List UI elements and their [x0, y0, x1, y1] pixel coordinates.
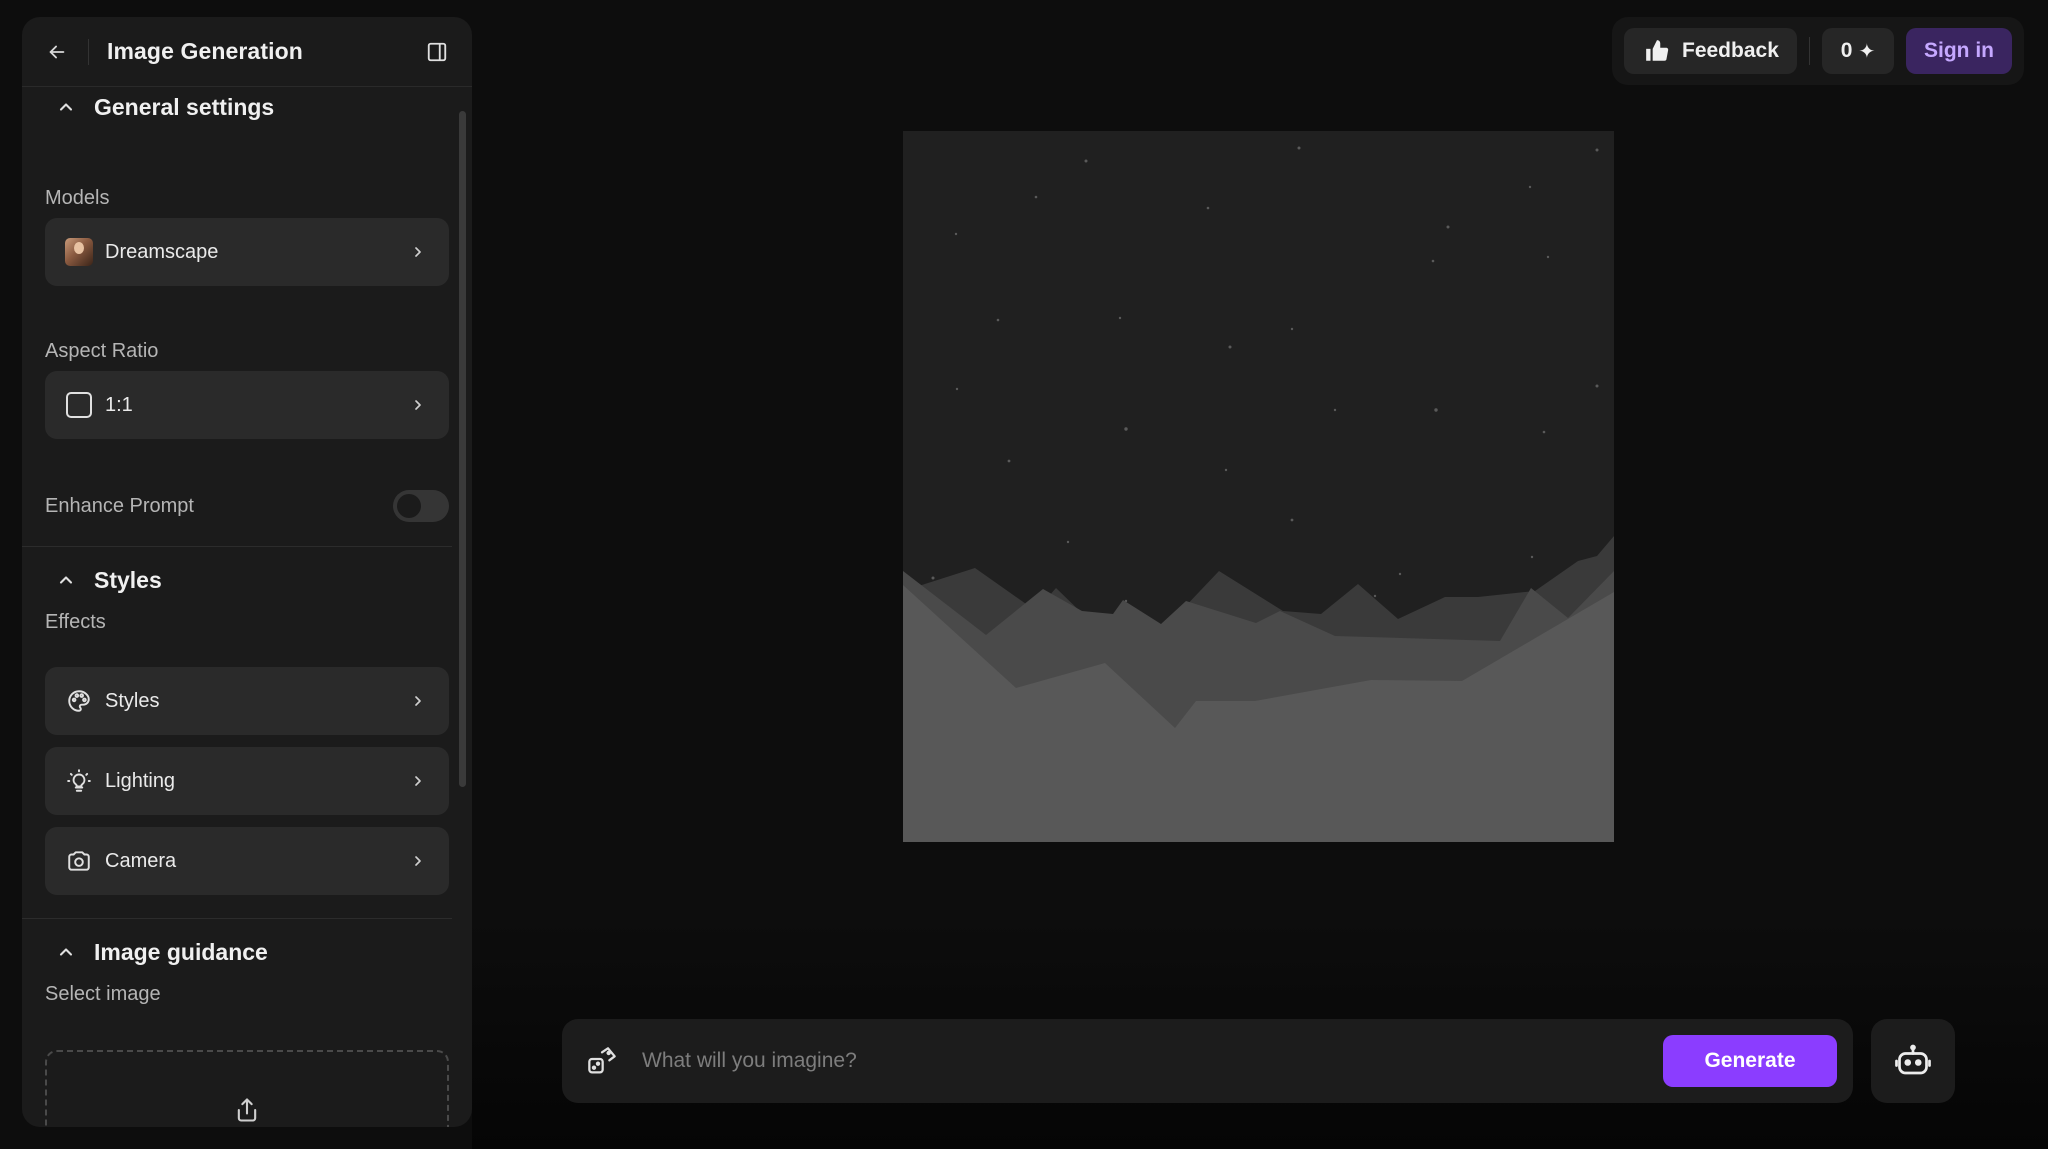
generated-image-placeholder	[903, 131, 1614, 842]
section-divider	[22, 546, 452, 547]
chevron-right-icon	[409, 852, 427, 870]
chevron-right-icon	[409, 396, 427, 414]
landscape-placeholder-graphic	[903, 131, 1614, 842]
toggle-knob	[397, 494, 421, 518]
chevron-right-icon	[409, 692, 427, 710]
aspect-ratio-select[interactable]: 1:1	[45, 371, 449, 439]
robot-icon	[1895, 1044, 1931, 1075]
styles-item-label: Styles	[105, 689, 160, 712]
enhance-prompt-toggle[interactable]	[393, 490, 449, 522]
chevron-up-icon	[56, 97, 76, 117]
model-select[interactable]: Dreamscape	[45, 218, 449, 286]
upload-icon	[237, 1098, 257, 1122]
chevron-up-icon	[56, 942, 76, 962]
section-divider	[22, 918, 452, 919]
chevron-right-icon	[409, 243, 427, 261]
prompt-input[interactable]	[642, 1039, 1202, 1083]
panel-title: Image Generation	[107, 38, 303, 64]
credits-button[interactable]: 0 ✦	[1822, 28, 1894, 74]
select-image-label: Select image	[45, 983, 161, 1005]
image-upload-dropzone[interactable]	[45, 1050, 449, 1127]
styles-select[interactable]: Styles	[45, 667, 449, 735]
sign-in-button[interactable]: Sign in	[1906, 28, 2012, 74]
square-icon	[65, 391, 93, 419]
sidebar-toggle-icon	[427, 42, 447, 62]
model-value: Dreamscape	[105, 240, 219, 263]
camera-item-label: Camera	[105, 849, 177, 872]
toolbar-divider	[1809, 37, 1810, 65]
feedback-button[interactable]: Feedback	[1624, 28, 1797, 74]
dice-icon	[588, 1047, 616, 1074]
section-title: General settings	[94, 93, 275, 120]
arrow-left-icon	[49, 45, 65, 58]
lightbulb-icon	[65, 767, 93, 795]
camera-icon	[65, 847, 93, 875]
collapse-panel-button[interactable]	[424, 39, 450, 65]
sparkle-icon: ✦	[1858, 40, 1876, 63]
panel-header: Image Generation	[22, 17, 472, 87]
panel-body: General settings Models Dreamscape Aspec…	[22, 87, 472, 1127]
feedback-label: Feedback	[1682, 39, 1779, 62]
prompt-bar: Generate	[562, 1019, 1853, 1103]
section-title: Image guidance	[94, 938, 268, 965]
assistant-button[interactable]	[1871, 1019, 1955, 1103]
lighting-item-label: Lighting	[105, 769, 176, 792]
image-guidance-header[interactable]: Image guidance	[22, 934, 452, 970]
top-toolbar: Feedback 0 ✦ Sign in	[1612, 17, 2024, 85]
chevron-right-icon	[409, 772, 427, 790]
settings-panel: Image Generation General settings Models…	[22, 17, 472, 1127]
credits-count: 0	[1840, 39, 1853, 62]
lighting-select[interactable]: Lighting	[45, 747, 449, 815]
section-title: Styles	[94, 566, 162, 593]
generate-button[interactable]: Generate	[1663, 1035, 1837, 1087]
aspect-ratio-value: 1:1	[105, 393, 133, 416]
back-button[interactable]	[44, 39, 70, 65]
models-label: Models	[45, 187, 110, 209]
chevron-up-icon	[56, 570, 76, 590]
camera-select[interactable]: Camera	[45, 827, 449, 895]
random-prompt-button[interactable]	[586, 1045, 618, 1077]
enhance-prompt-label: Enhance Prompt	[45, 495, 194, 517]
palette-icon	[65, 687, 93, 715]
panel-scrollbar[interactable]	[459, 111, 466, 787]
styles-header[interactable]: Styles	[22, 562, 452, 598]
general-settings-header[interactable]: General settings	[22, 89, 452, 125]
model-thumbnail-icon	[65, 238, 93, 266]
thumbs-up-icon	[1646, 40, 1669, 61]
header-divider	[88, 38, 89, 65]
aspect-ratio-label: Aspect Ratio	[45, 340, 159, 362]
effects-label: Effects	[45, 611, 106, 633]
